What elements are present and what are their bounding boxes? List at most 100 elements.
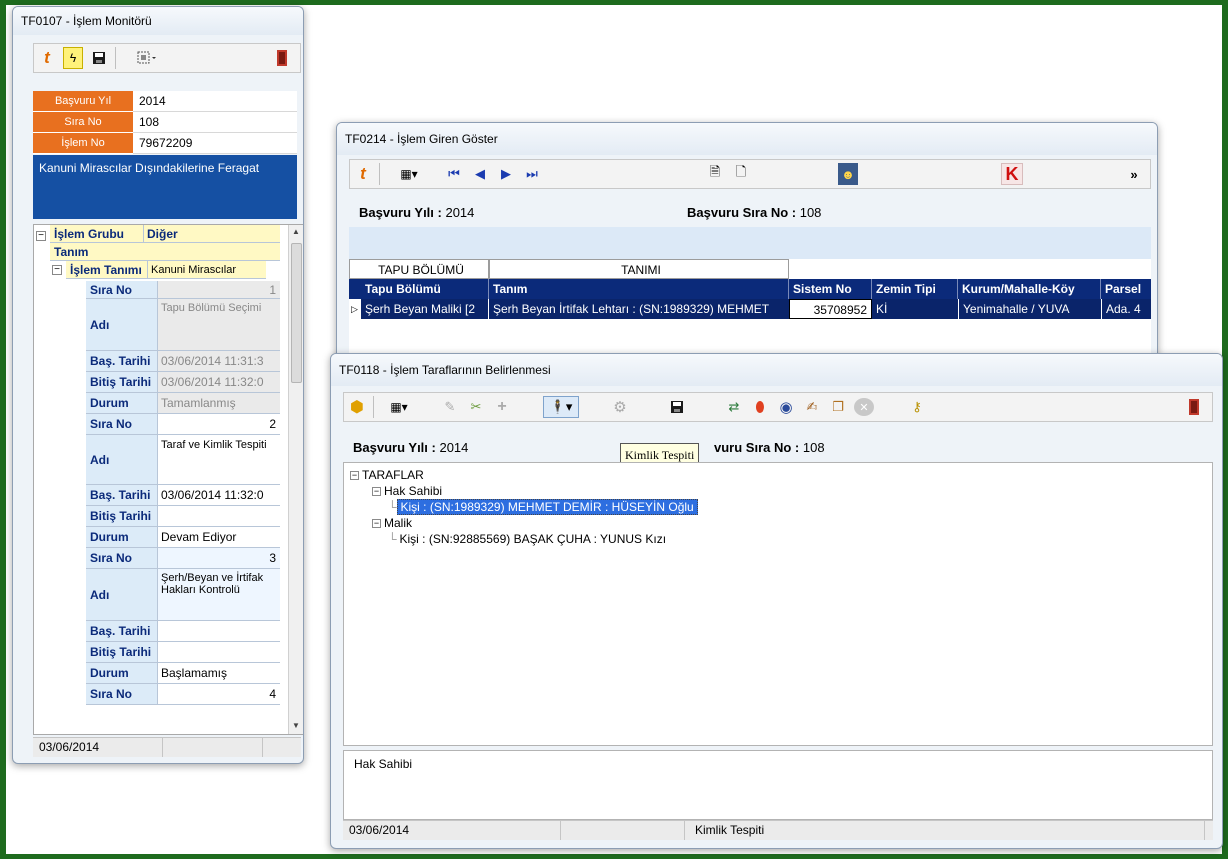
k-icon[interactable]: K — [1001, 163, 1023, 185]
refresh-lightning-icon[interactable]: ϟ — [63, 47, 83, 69]
row-kurum-mahalle[interactable]: Yenimahalle / YUVA — [958, 299, 1101, 319]
view-eye-icon[interactable]: ◉ — [776, 396, 796, 418]
row-parsel[interactable]: Ada. 4 — [1101, 299, 1151, 319]
step1-adi-row: Adı Tapu Bölümü Seçimi — [86, 299, 280, 351]
durum-label: Durum — [86, 393, 158, 414]
scroll-thumb[interactable] — [291, 243, 302, 383]
toolbar-overflow-icon[interactable]: » — [1124, 163, 1144, 185]
toolbar-separator — [115, 47, 116, 69]
tree-hak-sahibi[interactable]: − Hak Sahibi — [372, 483, 442, 499]
islem-no-label: İşlem No — [33, 133, 133, 154]
group-header-tapu: TAPU BÖLÜMÜ — [349, 259, 489, 279]
help-key-icon[interactable]: ⚷ — [907, 396, 927, 418]
group-header-tanimi: TANIMI — [489, 259, 789, 279]
step3-adi-row: Adı Şerh/Beyan ve İrtifak Hakları Kontro… — [86, 569, 280, 621]
grid-view-dropdown-icon[interactable]: ▦▾ — [389, 396, 409, 418]
taraflar-tree[interactable]: − TARAFLAR − Hak Sahibi └ Kişi : (SN:198932… — [343, 462, 1213, 746]
col-sistem-no[interactable]: Sistem No — [789, 279, 872, 299]
bitis-tarihi-value: 03/06/2014 11:32:0 — [158, 372, 280, 393]
adi-value: Şerh/Beyan ve İrtifak Hakları Kontrolü — [158, 569, 280, 621]
basvuru-yil-value[interactable]: 2014 — [133, 91, 297, 112]
assign-icon[interactable]: ✂ — [466, 396, 486, 418]
cancel-circle-icon: ✕ — [854, 398, 874, 416]
col-tapu-bolumu[interactable]: Tapu Bölümü — [361, 279, 489, 299]
tree-hak-sahibi-person-label[interactable]: Kişi : (SN:1989329) MEHMET DEMİR : HÜSEY… — [396, 499, 698, 515]
islem-steps-grid[interactable]: − İşlem Grubu Diğer Tanım − İşlem Tanımı… — [33, 224, 303, 735]
exit-door-icon[interactable] — [272, 47, 292, 69]
tree-malik-person[interactable]: └ Kişi : (SN:92885569) BAŞAK ÇUHA : YUNUS… — [388, 531, 669, 547]
col-parsel[interactable]: Parsel — [1101, 279, 1151, 299]
tree-connector: └ — [388, 500, 397, 514]
toolbar-separator — [373, 396, 374, 418]
basvuru-yil-label: Başvuru Yıl — [33, 91, 133, 112]
islem-no-value[interactable]: 79672209 — [133, 133, 297, 154]
step3-bas-row: Baş. Tarihi — [86, 621, 280, 642]
prev-record-icon[interactable]: ◀ — [470, 163, 490, 185]
islem-giren-grid[interactable]: TAPU BÖLÜMÜ TANIMI Tapu Bölümü Tanım Sis… — [349, 259, 1151, 359]
row-pointer-icon: ▷ — [349, 299, 361, 319]
grid-view-dropdown-icon[interactable]: ▦▾ — [399, 163, 419, 185]
basvuru-yil-row: Başvuru Yıl 2014 — [33, 91, 297, 112]
col-kurum-mahalle[interactable]: Kurum/Mahalle-Köy — [958, 279, 1101, 299]
row-indicator-header — [349, 279, 361, 299]
identity-check-icon[interactable]: ⬮ — [750, 396, 770, 418]
row-tanim[interactable]: Şerh Beyan İrtifak Lehtarı : (SN:1989329… — [489, 299, 789, 319]
app-logo-icon[interactable]: t — [353, 163, 373, 185]
islem-description: Kanuni Mirascılar Dışındakilerine Feraga… — [33, 155, 297, 219]
save-icon[interactable] — [89, 47, 109, 69]
collapse-icon[interactable]: − — [372, 487, 381, 496]
scroll-up-icon[interactable]: ▲ — [292, 227, 300, 236]
col-tanim[interactable]: Tanım — [489, 279, 789, 299]
new-document-icon[interactable]: 🗋 — [731, 163, 751, 185]
basvuru-yili-label: Başvuru Yılı : — [353, 440, 436, 455]
row-zemin-tipi[interactable]: Kİ — [872, 299, 958, 319]
save-icon[interactable] — [667, 396, 687, 418]
basvuru-sira-label: Başvuru Sıra No : — [687, 205, 797, 220]
collapse-group-icon[interactable]: − — [36, 231, 46, 241]
collapse-islem-icon[interactable]: − — [52, 265, 62, 275]
app-logo-icon[interactable]: t — [37, 47, 57, 69]
tree-root[interactable]: − TARAFLAR — [350, 467, 424, 483]
sira-no-label: Sıra No — [86, 684, 158, 705]
tree-malik[interactable]: − Malik — [372, 515, 412, 531]
monitor-toolbar: t ϟ — [33, 43, 301, 73]
tree-malik-person-label[interactable]: Kişi : (SN:92885569) BAŞAK ÇUHA : YUNUS … — [397, 532, 670, 546]
exit-door-icon[interactable] — [1184, 396, 1204, 418]
sign-document-icon[interactable]: ✍ — [802, 396, 822, 418]
collapse-icon[interactable]: − — [372, 519, 381, 528]
status-date: 03/06/2014 — [33, 738, 163, 757]
tree-root-label: TARAFLAR — [362, 468, 424, 482]
collapse-icon[interactable]: − — [350, 471, 359, 480]
scroll-down-icon[interactable]: ▼ — [292, 721, 300, 730]
process-icon[interactable]: ⬢ — [347, 396, 367, 418]
sira-no-value[interactable]: 108 — [133, 112, 297, 133]
layout-dropdown-icon[interactable] — [137, 47, 157, 69]
adi-label: Adı — [86, 299, 158, 351]
sira-no-label: Sıra No — [33, 112, 133, 133]
first-record-icon[interactable]: ⏮ — [444, 163, 464, 185]
step2-bitis-row: Bitiş Tarihi — [86, 506, 280, 527]
sira-no-label: Sıra No — [86, 548, 158, 569]
islem-grubu-value: Diğer — [144, 225, 280, 243]
row-sistem-no[interactable]: 35708952 — [789, 299, 872, 319]
step3-bitis-row: Bitiş Tarihi — [86, 642, 280, 663]
transfer-icon[interactable]: ⇄ — [724, 396, 744, 418]
taraflar-toolbar: ⬢ ▦▾ ✎ ✂ + 🕴▾ ⚙ ⇄ ⬮ ◉ ✍ ❐ ✕ ⚷ — [343, 392, 1213, 422]
tree-hak-sahibi-person[interactable]: └ Kişi : (SN:1989329) MEHMET DEMİR : HÜSE… — [388, 499, 698, 515]
basvuru-sira-line: vuru Sıra No : 108 — [714, 440, 825, 455]
row-tapu-bolumu[interactable]: Şerh Beyan Maliki [2 — [361, 299, 489, 319]
col-zemin-tipi[interactable]: Zemin Tipi — [872, 279, 958, 299]
person-dropdown-icon[interactable]: 🕴▾ — [543, 396, 579, 418]
step3-sira-row: Sıra No 3 — [86, 548, 280, 569]
copy-document-icon[interactable]: ❐ — [828, 396, 848, 418]
tree-hak-sahibi-label: Hak Sahibi — [384, 484, 443, 498]
grid-vertical-scrollbar[interactable]: ▲ ▼ — [288, 225, 303, 734]
person-photo-icon[interactable]: ☻ — [838, 163, 858, 185]
step1-bas-row: Baş. Tarihi 03/06/2014 11:31:3 — [86, 351, 280, 372]
next-record-icon[interactable]: ▶ — [496, 163, 516, 185]
basvuru-sira-value: 108 — [799, 205, 822, 220]
selected-node-memo[interactable]: Hak Sahibi — [343, 750, 1213, 820]
basvuru-sira-line: Başvuru Sıra No : 108 — [687, 205, 821, 220]
report-icon[interactable]: 🗎 — [705, 163, 725, 185]
last-record-icon[interactable]: ⏭ — [522, 163, 542, 185]
